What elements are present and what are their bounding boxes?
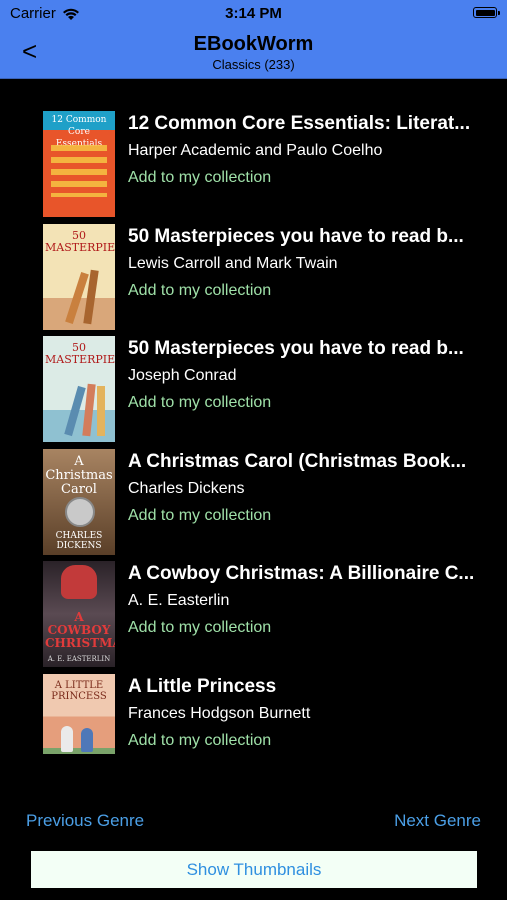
battery-icon — [473, 7, 500, 18]
book-row[interactable]: 12 Common Core Essentials 12 Common Core… — [0, 102, 507, 217]
book-title: A Little Princess — [128, 675, 277, 697]
book-cover: 12 Common Core Essentials — [43, 111, 115, 217]
previous-genre-button[interactable]: Previous Genre — [26, 811, 144, 831]
book-cover: 50 MASTERPIECES — [43, 223, 115, 330]
cover-author: CHARLES DICKENS — [55, 530, 103, 551]
genre-subtitle: Classics (233) — [212, 57, 295, 72]
cover-title: A COWBOY CHRISTMAS — [45, 610, 115, 650]
cover-art — [61, 725, 73, 752]
book-author: A. E. Easterlin — [128, 592, 230, 609]
book-title: 12 Common Core Essentials: Literat... — [128, 113, 471, 134]
add-to-collection-link[interactable]: Add to my collection — [128, 507, 271, 525]
cover-title: A LITTLE PRINCESS — [51, 679, 107, 702]
book-author: Harper Academic and Paulo Coelho — [128, 142, 383, 159]
book-row[interactable]: A Christmas Carol CHARLES DICKENS A Chri… — [0, 440, 507, 555]
app-screen: Carrier 3:14 PM < EBookWorm Classics (23… — [0, 0, 507, 900]
clock: 3:14 PM — [225, 5, 282, 22]
cover-art — [61, 565, 97, 599]
book-cover: A LITTLE PRINCESS — [43, 673, 115, 754]
book-author: Lewis Carroll and Mark Twain — [128, 254, 338, 272]
book-author: Frances Hodgson Burnett — [128, 704, 311, 722]
add-to-collection-link[interactable]: Add to my collection — [128, 169, 271, 187]
cover-art — [65, 496, 95, 527]
cover-art — [51, 145, 107, 197]
show-thumbnails-button[interactable]: Show Thumbnails — [31, 851, 477, 888]
book-cover: 50 MASTERPIECES — [43, 336, 115, 442]
cover-title: A Christmas Carol — [45, 453, 113, 497]
page-title: EBookWorm — [193, 33, 314, 55]
book-row[interactable]: A COWBOY CHRISTMAS A. E. EASTERLIN A Cow… — [0, 552, 507, 667]
add-to-collection-link[interactable]: Add to my collection — [128, 394, 271, 412]
book-row[interactable]: A LITTLE PRINCESS A Little Princess Fran… — [0, 665, 507, 754]
book-row[interactable]: 50 MASTERPIECES 50 Masterpieces you have… — [0, 215, 507, 330]
add-to-collection-link[interactable]: Add to my collection — [128, 282, 271, 300]
book-list[interactable]: 12 Common Core Essentials 12 Common Core… — [0, 102, 507, 754]
book-author: Charles Dickens — [128, 479, 245, 497]
book-row[interactable]: 50 MASTERPIECES 50 Masterpieces you have… — [0, 327, 507, 442]
book-cover: A COWBOY CHRISTMAS A. E. EASTERLIN — [43, 561, 115, 667]
book-title: A Christmas Carol (Christmas Book... — [128, 450, 467, 472]
cover-author: A. E. EASTERLIN — [47, 655, 111, 663]
add-to-collection-link[interactable]: Add to my collection — [128, 732, 271, 750]
cover-art — [97, 386, 105, 436]
book-title: 50 Masterpieces you have to read b... — [128, 338, 464, 359]
navigation-bar: < EBookWorm Classics (233) — [0, 28, 507, 79]
book-title: 50 Masterpieces you have to read b... — [128, 225, 464, 247]
add-to-collection-link[interactable]: Add to my collection — [128, 619, 271, 637]
cover-title: 50 MASTERPIECES — [45, 228, 115, 254]
cover-art — [81, 727, 93, 752]
book-title: A Cowboy Christmas: A Billionaire C... — [128, 563, 475, 584]
next-genre-button[interactable]: Next Genre — [394, 811, 481, 831]
cover-title: 50 MASTERPIECES — [45, 341, 115, 366]
book-author: Joseph Conrad — [128, 367, 237, 384]
status-bar: Carrier 3:14 PM — [0, 0, 507, 28]
book-cover: A Christmas Carol CHARLES DICKENS — [43, 448, 115, 555]
